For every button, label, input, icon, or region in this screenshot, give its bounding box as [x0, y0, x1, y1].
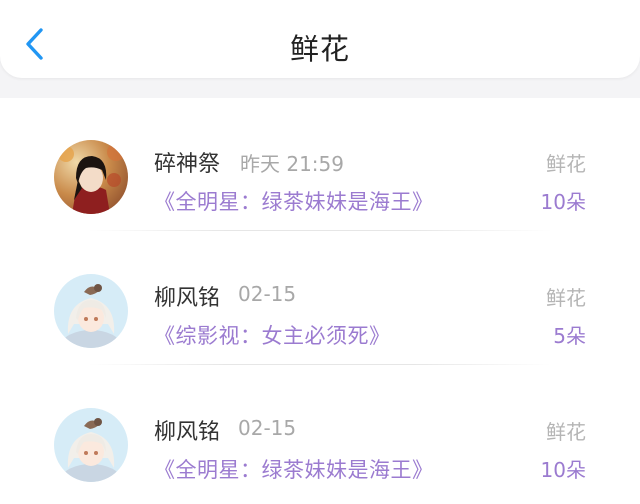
page-title: 鲜花 [289, 32, 350, 66]
book-title-link[interactable]: 《全明星：绿茶妹妹是海王》 [154, 454, 434, 484]
avatar-dark-haired-character-icon [54, 140, 128, 214]
avatar[interactable] [54, 408, 128, 482]
username[interactable]: 柳风铭 [154, 280, 220, 312]
avatar[interactable] [54, 274, 128, 348]
book-title-link[interactable]: 《综影视：女主必须死》 [154, 320, 391, 350]
gift-count: 5朵 [553, 324, 586, 348]
gift-type: 鲜花 [546, 152, 586, 176]
avatar-white-haired-character-icon [54, 408, 128, 482]
timestamp: 02-15 [238, 282, 297, 306]
gift-count: 10朵 [540, 458, 586, 482]
list-item[interactable]: 碎神祭 昨天 21:59 《全明星：绿茶妹妹是海王》 鲜花 10朵 [0, 98, 640, 232]
book-title-link[interactable]: 《全明星：绿茶妹妹是海王》 [154, 186, 434, 216]
flower-gift-list: 碎神祭 昨天 21:59 《全明星：绿茶妹妹是海王》 鲜花 10朵 柳风铭 02… [0, 98, 640, 504]
avatar[interactable] [54, 140, 128, 214]
timestamp: 昨天 21:59 [240, 152, 344, 176]
username[interactable]: 柳风铭 [154, 414, 220, 446]
list-item[interactable]: 柳风铭 02-15 《全明星：绿茶妹妹是海王》 鲜花 10朵 [0, 366, 640, 500]
username[interactable]: 碎神祭 [154, 146, 220, 178]
list-item[interactable]: 柳风铭 02-15 《综影视：女主必须死》 鲜花 5朵 [0, 232, 640, 366]
top-bar: 鲜花 [0, 0, 640, 78]
timestamp: 02-15 [238, 416, 297, 440]
gift-type: 鲜花 [546, 420, 586, 444]
divider [88, 364, 552, 365]
gift-count: 10朵 [540, 190, 586, 214]
divider [88, 230, 552, 231]
gift-type: 鲜花 [546, 286, 586, 310]
avatar-white-haired-character-icon [54, 274, 128, 348]
